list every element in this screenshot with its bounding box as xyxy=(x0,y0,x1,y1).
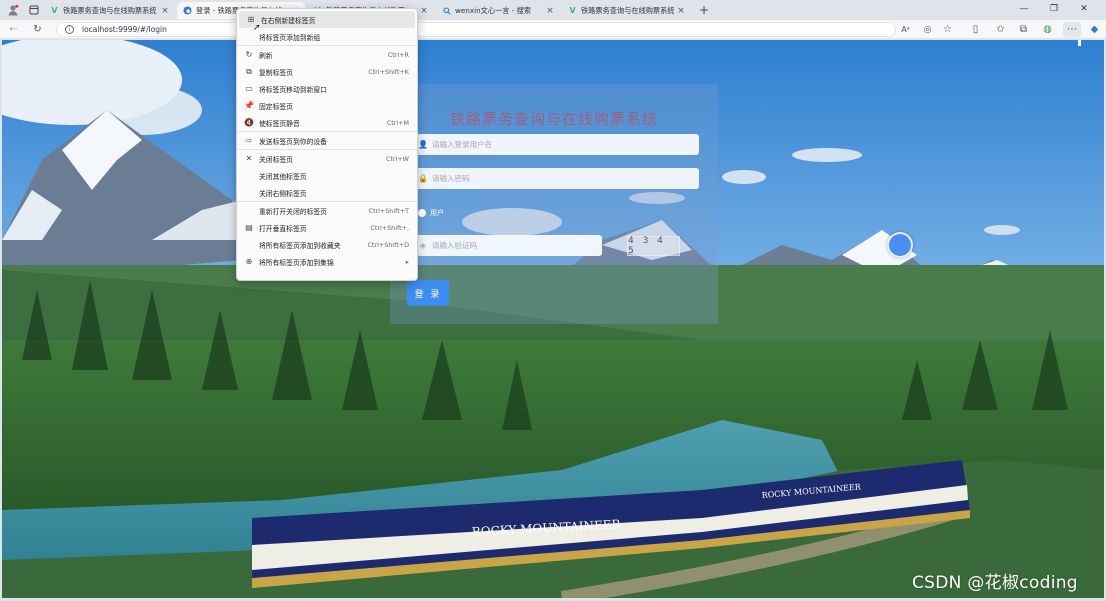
submenu-arrow-icon: ▸ xyxy=(405,257,409,266)
context-menu-label: 关闭标签页 xyxy=(259,155,293,164)
role-selector[interactable]: 用户 xyxy=(418,208,444,218)
favorites-icon[interactable]: ✩ xyxy=(993,22,1008,37)
context-menu-label: 固定标签页 xyxy=(259,102,293,111)
workspaces-icon[interactable] xyxy=(27,3,41,17)
context-menu-label: 刷新 xyxy=(259,51,273,60)
context-menu-label: 复制标签页 xyxy=(259,68,293,77)
context-menu-item[interactable]: 关闭右侧标签页 xyxy=(237,184,417,201)
context-menu-label: 打开垂直标签页 xyxy=(259,224,307,233)
context-menu-label: 重新打开关闭的标签页 xyxy=(259,207,327,216)
address-bar[interactable]: i localhost:9999/#/login xyxy=(56,22,896,37)
context-menu-item[interactable]: 🔇 使标签页静音 Ctrl+M xyxy=(237,114,417,131)
address-text: localhost:9999/#/login xyxy=(82,25,167,34)
profile-icon[interactable] xyxy=(6,3,20,17)
tab-context-menu: ⊞ 在右侧新建标签页将标签页添加到新组 ↻ 刷新 Ctrl+R ⧉ 复制标签页 Ctrl+Sh… xyxy=(236,8,418,281)
split-screen-icon[interactable]: ▯ xyxy=(968,22,983,37)
mouse-cursor-icon: ➚ xyxy=(253,23,261,33)
login-button[interactable]: 登 录 xyxy=(407,280,449,306)
captcha-image[interactable]: 4 3 4 5 xyxy=(627,236,680,256)
user-icon: 👤 xyxy=(418,140,428,149)
duplicate-icon: ⧉ xyxy=(246,66,252,76)
vue-icon: V xyxy=(569,6,576,15)
site-info-icon[interactable]: i xyxy=(65,25,74,34)
context-menu-label: 将标签页移动到新窗口 xyxy=(259,85,327,94)
context-menu-shortcut: Ctrl+W xyxy=(385,154,409,163)
scroll-indicator xyxy=(1078,40,1081,46)
read-aloud-icon[interactable]: A᠎ᵃ xyxy=(898,22,913,37)
context-menu-label: 发送标签页到你的设备 xyxy=(259,137,327,146)
navigation-bar: ← ↻ i localhost:9999/#/login A᠎ᵃ ◎ ☆ ▯ ✩… xyxy=(0,20,1106,39)
role-radio[interactable] xyxy=(418,209,426,217)
context-menu-item[interactable]: 重新打开关闭的标签页 Ctrl+Shift+T xyxy=(237,202,417,219)
tab-close-icon[interactable]: × xyxy=(419,6,429,16)
floating-assistant-icon[interactable] xyxy=(887,232,913,258)
search-icon xyxy=(442,6,451,15)
context-menu-item[interactable]: ✕ 关闭标签页 Ctrl+W xyxy=(237,150,417,167)
context-menu-item[interactable]: ▤ 打开垂直标签页 Ctrl+Shift+, xyxy=(237,219,417,236)
context-menu-item[interactable]: ▭ 将标签页移动到新窗口 xyxy=(237,80,417,97)
context-menu-label: 关闭右侧标签页 xyxy=(259,189,307,198)
collections-icon[interactable]: ⧉ xyxy=(1016,22,1031,37)
context-menu-label: 将所有标签页添加到集锦 xyxy=(259,258,334,267)
close-icon: ✕ xyxy=(245,154,253,163)
context-menu-item[interactable]: 📌 固定标签页 xyxy=(237,97,417,114)
context-menu-item[interactable]: 关闭其他标签页 xyxy=(237,167,417,184)
context-menu-shortcut: Ctrl+Shift+D xyxy=(367,240,409,249)
context-menu-item[interactable]: 将标签页添加到新组 xyxy=(237,28,417,45)
password-input[interactable]: 🔒 请输入密码 xyxy=(412,168,699,189)
context-menu-item[interactable]: ⊞ 在右侧新建标签页 xyxy=(239,11,415,28)
shield-icon: ◈ xyxy=(419,241,427,250)
vertical-tabs-icon: ▤ xyxy=(245,223,253,232)
restore-icon[interactable]: ❐ xyxy=(1046,2,1062,17)
collections-icon: ⊕ xyxy=(245,257,253,266)
move-window-icon: ▭ xyxy=(245,84,253,93)
tab-5[interactable]: V 铁路票务查询与在线购票系统 × xyxy=(562,2,692,19)
username-input[interactable]: 👤 请输入登录用户名 xyxy=(412,134,699,155)
context-menu-item[interactable]: ⇨ 发送标签页到你的设备 xyxy=(237,132,417,149)
refresh-icon[interactable]: ↻ xyxy=(30,22,45,37)
new-tab-button[interactable]: + xyxy=(697,3,711,17)
context-menu-shortcut: Ctrl+Shift+K xyxy=(368,67,409,76)
context-menu-shortcut: Ctrl+Shift+T xyxy=(368,206,409,215)
csdn-watermark: CSDN @花椒coding xyxy=(912,573,1078,593)
context-menu-label: 将标签页添加到新组 xyxy=(259,33,321,42)
context-menu-item[interactable]: 将所有标签页添加到收藏夹 Ctrl+Shift+D xyxy=(237,236,417,253)
context-menu-label: 将所有标签页添加到收藏夹 xyxy=(259,241,341,250)
tracking-icon[interactable]: ◎ xyxy=(920,22,935,37)
context-menu-item[interactable]: ↻ 刷新 Ctrl+R xyxy=(237,46,417,63)
pin-icon: 📌 xyxy=(244,101,254,110)
context-menu-shortcut: Ctrl+R xyxy=(387,50,409,59)
tab-1[interactable]: V 铁路票务查询与在线购票系统 × xyxy=(44,2,176,19)
favorite-star-icon[interactable]: ☆ xyxy=(940,22,955,37)
context-menu-shortcut: Ctrl+Shift+, xyxy=(370,223,409,232)
role-label: 用户 xyxy=(430,209,444,217)
tab-strip: V 铁路票务查询与在线购票系统 × 登录 - 铁路票务查询与在线购票系 × V … xyxy=(0,0,1106,20)
vue-icon: V xyxy=(51,6,58,15)
context-menu-item[interactable]: ⊕ 将所有标签页添加到集锦 ▸ xyxy=(237,253,417,270)
refresh-icon: ↻ xyxy=(245,50,253,59)
edge-icon xyxy=(183,6,192,15)
tab-close-icon[interactable]: × xyxy=(160,6,170,16)
back-icon[interactable]: ← xyxy=(6,22,21,37)
context-menu-item[interactable]: ⧉ 复制标签页 Ctrl+Shift+K xyxy=(237,63,417,80)
send-device-icon: ⇨ xyxy=(245,136,253,145)
window-close-icon[interactable]: ✕ xyxy=(1076,2,1092,17)
more-options-icon[interactable]: ⋯ xyxy=(1063,22,1081,37)
login-title: 铁路票务查询与在线购票系统 xyxy=(449,110,658,128)
context-menu-label: 关闭其他标签页 xyxy=(259,172,307,181)
context-menu-label: 在右侧新建标签页 xyxy=(261,16,316,25)
lock-icon: 🔒 xyxy=(418,174,428,183)
tab-close-icon[interactable]: × xyxy=(676,6,686,16)
copilot-icon[interactable]: ◆ xyxy=(1087,22,1102,37)
context-menu-label: 使标签页静音 xyxy=(259,119,300,128)
captcha-input[interactable]: ◈ 请输入验证码 xyxy=(412,235,602,256)
tab-4[interactable]: wenxin文心一言 - 搜索 × xyxy=(436,2,561,19)
tab-close-icon[interactable]: × xyxy=(545,6,555,16)
minimize-icon[interactable]: — xyxy=(1016,2,1032,17)
mute-icon: 🔇 xyxy=(244,118,254,127)
extension-icon[interactable]: ◍ xyxy=(1040,22,1055,37)
context-menu-shortcut: Ctrl+M xyxy=(386,118,409,127)
